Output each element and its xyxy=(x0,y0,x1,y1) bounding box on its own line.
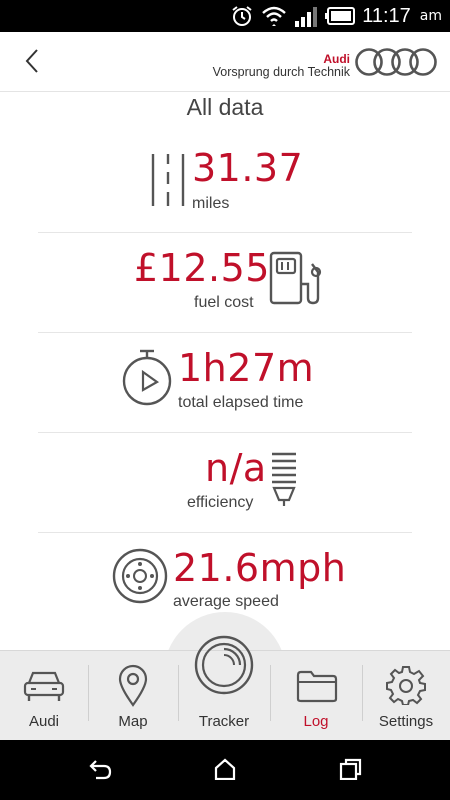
chevron-left-icon[interactable] xyxy=(18,46,48,76)
wifi-icon xyxy=(262,6,287,26)
signal-icon xyxy=(295,7,318,27)
nav-item-audi[interactable]: Audi xyxy=(0,651,88,741)
nav-label-log: Log xyxy=(303,713,329,730)
divider xyxy=(38,232,412,233)
nav-item-log[interactable]: Log xyxy=(270,651,362,741)
status-bar: 11:17 am xyxy=(0,0,450,32)
gear-icon xyxy=(386,666,426,705)
stat-fuel-cost-label: fuel cost xyxy=(194,294,254,311)
home-icon[interactable] xyxy=(213,758,237,780)
status-icons: 11:17 am xyxy=(230,4,442,28)
folder-icon xyxy=(296,670,338,703)
divider xyxy=(38,532,412,533)
status-ampm: am xyxy=(419,8,442,24)
app-header: Audi Vorsprung durch Technik xyxy=(0,32,450,92)
stat-distance-label: miles xyxy=(192,195,230,212)
brand-block: Audi Vorsprung durch Technik xyxy=(212,52,350,80)
fuel-pump-icon xyxy=(269,251,322,305)
system-nav-bar xyxy=(0,740,450,800)
recent-apps-icon[interactable] xyxy=(338,758,362,780)
bottom-nav: Audi Map Tracker Log Settings xyxy=(0,635,450,741)
map-pin-icon xyxy=(118,664,148,707)
stats-panel: All data 31.37 miles £12.55 fuel cost 1h… xyxy=(0,92,450,650)
page-title: All data xyxy=(186,94,264,120)
stat-fuel-cost-value: £12.55 xyxy=(134,246,270,290)
stat-elapsed-time-value: 1h27m xyxy=(178,346,315,390)
nav-item-tracker[interactable]: Tracker xyxy=(178,635,270,741)
stat-efficiency-label: efficiency xyxy=(187,494,254,511)
alarm-icon xyxy=(232,6,252,26)
stat-average-speed-label: average speed xyxy=(173,593,279,610)
stat-efficiency-value: n/a xyxy=(205,446,267,490)
spark-plug-icon xyxy=(272,452,296,506)
stat-average-speed-value: 21.6mph xyxy=(173,546,347,590)
tracker-icon xyxy=(194,635,254,695)
brand-slogan: Vorsprung durch Technik xyxy=(212,65,350,80)
stat-distance-value: 31.37 xyxy=(192,146,304,190)
back-arrow-icon[interactable] xyxy=(88,758,112,780)
nav-item-settings[interactable]: Settings xyxy=(362,651,450,741)
divider xyxy=(38,432,412,433)
nav-label-tracker: Tracker xyxy=(198,713,250,730)
car-icon xyxy=(23,671,65,701)
nav-label-audi: Audi xyxy=(28,713,60,730)
nav-item-map[interactable]: Map xyxy=(88,651,178,741)
status-time: 11:17 xyxy=(362,4,411,27)
wheel-icon xyxy=(112,548,168,604)
divider xyxy=(38,332,412,333)
audi-rings-logo xyxy=(355,48,437,76)
nav-label-map: Map xyxy=(118,713,148,730)
stat-elapsed-time-label: total elapsed time xyxy=(178,394,304,411)
battery-icon xyxy=(325,7,356,25)
nav-label-settings: Settings xyxy=(378,713,434,730)
road-icon xyxy=(151,154,185,206)
stopwatch-icon xyxy=(122,349,172,406)
